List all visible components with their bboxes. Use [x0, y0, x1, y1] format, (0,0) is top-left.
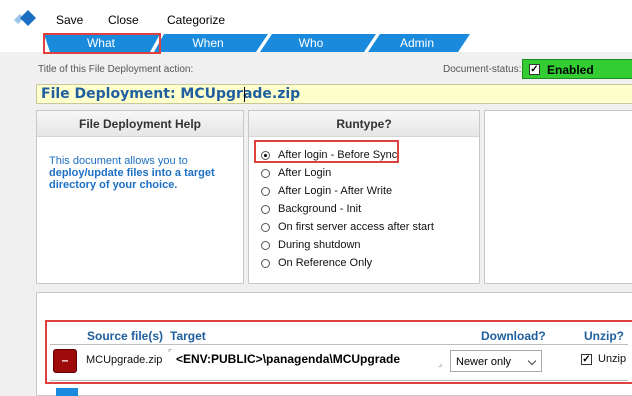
help-panel-title: File Deployment Help: [37, 111, 243, 137]
empty-panel: [484, 110, 632, 284]
status-caption: Document-status:: [443, 64, 522, 75]
action-toolbar: Save Close Categorize: [0, 0, 632, 34]
radio-icon: [261, 241, 270, 250]
status-enabled-toggle[interactable]: ✓ Enabled: [522, 59, 632, 79]
radio-icon: [261, 169, 270, 178]
help-panel: File Deployment Help This document allow…: [36, 110, 244, 284]
add-row-button[interactable]: [56, 388, 78, 396]
help-description: This document allows you to deploy/updat…: [49, 155, 239, 191]
help-line-2: deploy/update files into a target: [49, 167, 215, 179]
radio-icon: [261, 187, 270, 196]
radio-icon: [261, 205, 270, 214]
runtype-option-label: After Login - After Write: [278, 185, 393, 197]
categorize-button[interactable]: Categorize: [167, 13, 225, 27]
file-deployment-form: Save Close Categorize What When Who Admi…: [0, 0, 632, 396]
tab-who[interactable]: Who: [286, 36, 336, 50]
title-caption: Title of this File Deployment action:: [38, 64, 194, 75]
help-line-1: This document allows you to: [49, 155, 188, 167]
save-button[interactable]: Save: [56, 13, 83, 27]
enabled-checkbox-icon: ✓: [529, 64, 540, 75]
title-value: File Deployment: MCUpgrade.zip: [41, 86, 301, 102]
status-value: Enabled: [547, 63, 594, 77]
runtype-option-label: After Login: [278, 167, 332, 179]
highlight-what-tab: [43, 33, 161, 54]
radio-icon: [261, 223, 270, 232]
runtype-option-label: Background - Init: [278, 203, 362, 215]
runtype-option-label: On first server access after start: [278, 221, 434, 233]
tab-admin[interactable]: Admin: [392, 36, 442, 50]
runtype-panel-title: Runtype?: [249, 111, 479, 137]
close-button[interactable]: Close: [108, 13, 139, 27]
text-cursor: [244, 87, 245, 102]
highlight-selected-runtype: [254, 140, 399, 163]
title-field[interactable]: File Deployment: MCUpgrade.zip: [36, 84, 632, 104]
runtype-option-label: During shutdown: [278, 239, 361, 251]
runtype-option-label: On Reference Only: [278, 257, 373, 269]
help-line-3: directory of your choice.: [49, 179, 178, 191]
tab-when[interactable]: When: [182, 36, 234, 50]
highlight-files-table: [45, 320, 632, 384]
radio-icon: [261, 259, 270, 268]
app-logo-icon: [14, 10, 36, 26]
runtype-panel: Runtype? After login - Before Sync After…: [248, 110, 480, 284]
